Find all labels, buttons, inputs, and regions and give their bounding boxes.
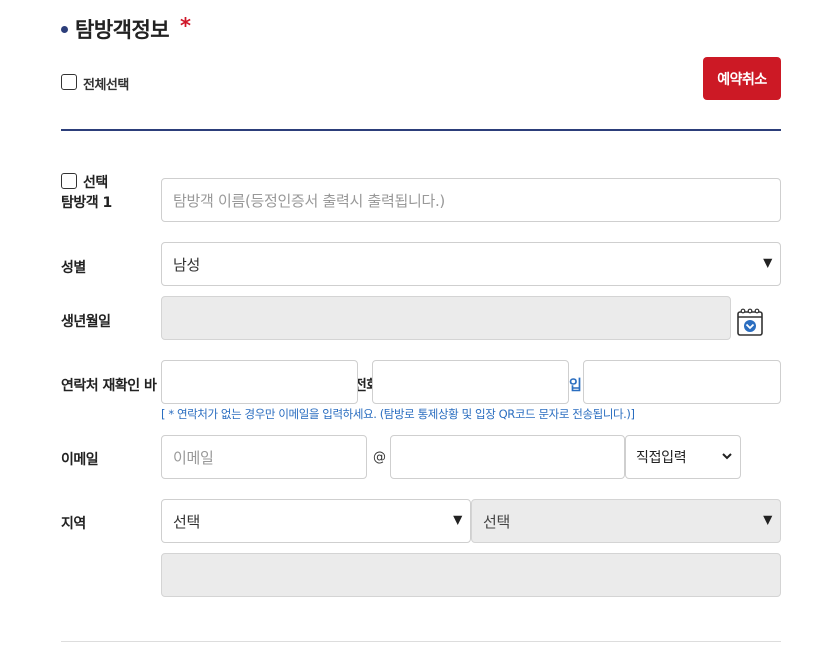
visitor-select-label: 선택 bbox=[83, 175, 108, 191]
select-all-label: 전체선택 bbox=[83, 78, 129, 93]
caret-down-icon: ▼ bbox=[453, 512, 462, 527]
bottom-divider bbox=[61, 641, 781, 642]
region-detail-input bbox=[161, 553, 781, 597]
gender-select[interactable]: 남성 ▼ bbox=[161, 242, 781, 286]
cancel-reservation-button[interactable]: 예약취소 bbox=[703, 57, 781, 100]
email-domain-select-value: 직접입력 bbox=[636, 450, 687, 466]
region-label: 지역 bbox=[61, 516, 86, 532]
email-domain-input[interactable] bbox=[390, 435, 625, 479]
calendar-icon[interactable] bbox=[737, 308, 763, 336]
email-local-placeholder: 이메일 bbox=[173, 448, 214, 467]
email-domain-select[interactable]: 직접입력 bbox=[625, 435, 741, 479]
chevron-down-icon bbox=[722, 453, 732, 460]
email-label: 이메일 bbox=[61, 452, 99, 468]
birthdate-label: 생년월일 bbox=[61, 314, 111, 330]
phone-input-1[interactable] bbox=[161, 360, 358, 404]
email-local-input[interactable]: 이메일 bbox=[161, 435, 367, 479]
contact-partial-label-2: 입 bbox=[569, 378, 582, 394]
visitor-name-placeholder: 탐방객 이름(등정인증서 출력시 출력됩니다.) bbox=[173, 191, 445, 210]
email-at-symbol: @ bbox=[373, 450, 386, 465]
region-district-select: 선택 ▼ bbox=[471, 499, 781, 543]
section-title: 탐방객정보 bbox=[75, 18, 170, 42]
visitor-select-checkbox[interactable] bbox=[61, 173, 77, 189]
gender-label: 성별 bbox=[61, 260, 86, 276]
select-all-checkbox[interactable] bbox=[61, 74, 77, 90]
caret-down-icon: ▼ bbox=[763, 255, 772, 270]
region-province-value: 선택 bbox=[173, 512, 201, 531]
gender-value: 남성 bbox=[173, 255, 201, 274]
caret-down-icon: ▼ bbox=[763, 512, 772, 527]
required-mark: * bbox=[180, 14, 191, 38]
region-district-value: 선택 bbox=[483, 512, 511, 531]
phone-input-2[interactable] bbox=[372, 360, 569, 404]
visitor-name-input[interactable]: 탐방객 이름(등정인증서 출력시 출력됩니다.) bbox=[161, 178, 781, 222]
contact-note: [ * 연락처가 없는 경우만 이메일을 입력하세요. (탐방로 통제상황 및 … bbox=[161, 407, 635, 421]
region-province-select[interactable]: 선택 ▼ bbox=[161, 499, 471, 543]
birthdate-input bbox=[161, 296, 731, 340]
visitor-label: 탐방객 1 bbox=[61, 195, 112, 211]
section-bullet bbox=[61, 26, 68, 33]
phone-input-3[interactable] bbox=[583, 360, 781, 404]
section-divider bbox=[61, 129, 781, 131]
contact-label: 연락처 재확인 바 bbox=[61, 378, 157, 394]
